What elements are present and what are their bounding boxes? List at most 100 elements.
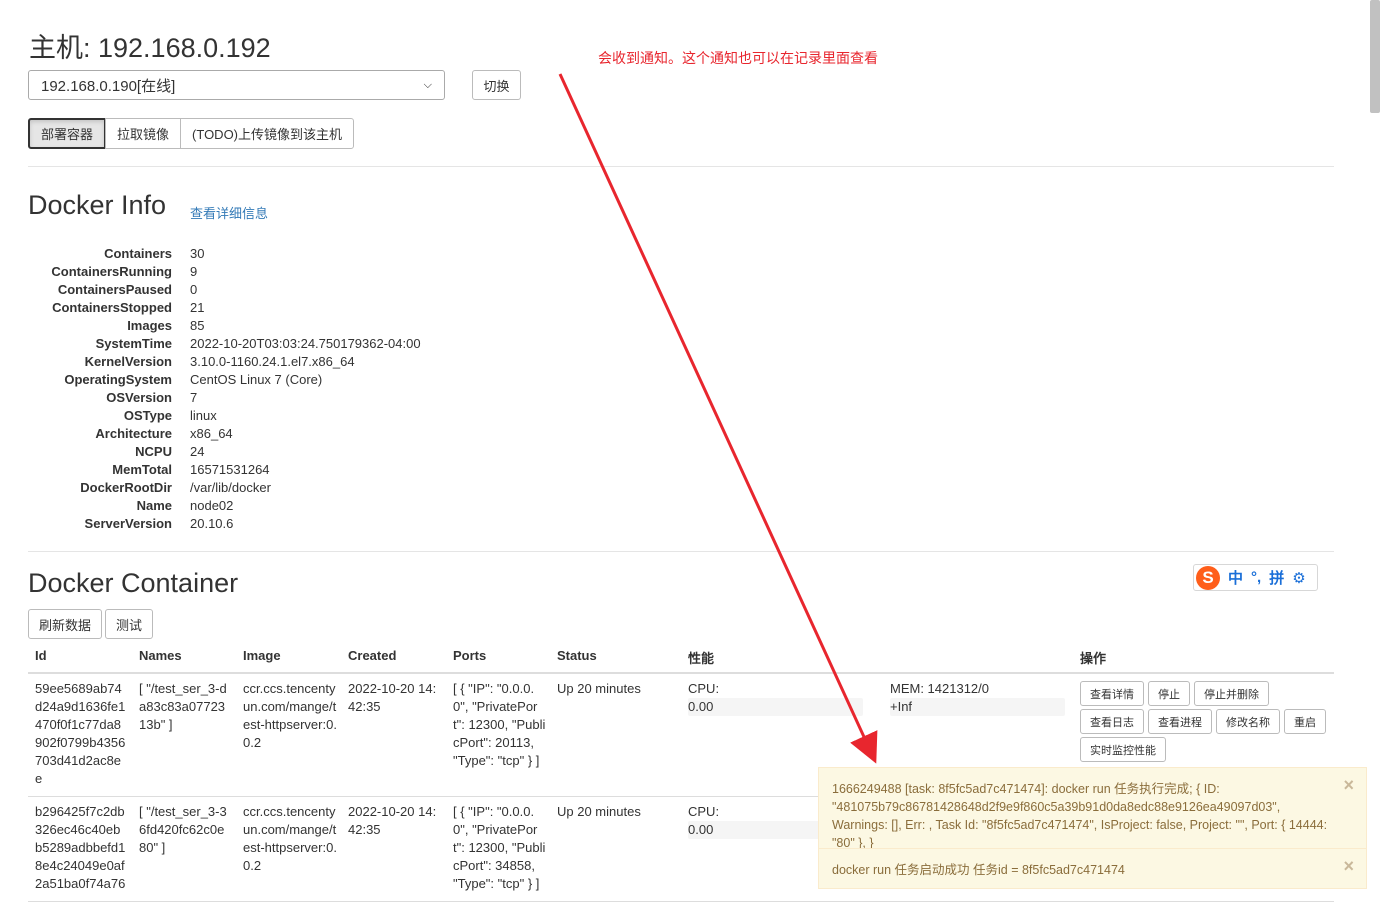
info-key: DockerRootDir bbox=[80, 479, 172, 495]
info-key: KernelVersion bbox=[84, 353, 172, 369]
container-id: 59ee5689ab74d24a9d1636fe1470f0f1c77da890… bbox=[35, 681, 126, 786]
restart-button[interactable]: 重启 bbox=[1284, 709, 1326, 734]
test-button[interactable]: 测试 bbox=[105, 609, 154, 639]
divider bbox=[28, 551, 1334, 552]
deploy-container-button[interactable]: 部署容器 bbox=[28, 118, 107, 149]
view-processes-button[interactable]: 查看进程 bbox=[1148, 709, 1212, 734]
scrollbar[interactable] bbox=[1370, 0, 1380, 113]
info-row: MemTotal 16571531264 bbox=[28, 460, 528, 478]
stop-and-delete-button[interactable]: 停止并删除 bbox=[1194, 681, 1269, 706]
notification-toast: docker run 任务启动成功 任务id = 8f5fc5ad7c47147… bbox=[818, 848, 1367, 889]
view-logs-button[interactable]: 查看日志 bbox=[1080, 709, 1144, 734]
divider bbox=[28, 166, 1334, 167]
docker-container-title: Docker Container bbox=[28, 568, 239, 598]
info-value: CentOS Linux 7 (Core) bbox=[190, 371, 323, 387]
info-row: Containers 30 bbox=[28, 244, 528, 262]
info-key: OSVersion bbox=[106, 389, 172, 405]
col-created: Created bbox=[348, 648, 397, 663]
gear-icon[interactable]: ⚙ bbox=[1292, 569, 1305, 587]
ime-chinese-mode[interactable]: 中 bbox=[1228, 567, 1243, 588]
container-created: 2022-10-20 14:42:35 bbox=[348, 804, 437, 837]
info-row: DockerRootDir/var/lib/docker bbox=[28, 478, 528, 496]
info-value: 7 bbox=[190, 389, 198, 405]
ime-pinyin[interactable]: 拼 bbox=[1269, 567, 1284, 588]
col-operations: 操作 bbox=[1080, 651, 1107, 666]
notification-text: 1666249488 [task: 8f5fc5ad7c471474]: doc… bbox=[832, 782, 1328, 850]
info-value: 85 bbox=[190, 317, 205, 333]
annotation-text: 会收到通知。这个通知也可以在记录里面查看 bbox=[598, 50, 878, 66]
info-value: 0 bbox=[190, 281, 198, 297]
close-icon[interactable]: × bbox=[1343, 857, 1354, 875]
info-row: ServerVersion 20.10.6 bbox=[28, 514, 528, 532]
info-key: Containers bbox=[104, 245, 172, 261]
ime-punctuation[interactable]: °, bbox=[1251, 569, 1261, 586]
chevron-down-icon: ⌵ bbox=[423, 78, 432, 91]
close-icon[interactable]: × bbox=[1343, 776, 1354, 794]
upload-image-button[interactable]: (TODO)上传镜像到该主机 bbox=[180, 118, 355, 149]
info-row: NCPU 24 bbox=[28, 442, 528, 460]
col-performance: 性能 bbox=[688, 651, 715, 666]
info-key: SystemTime bbox=[95, 335, 172, 351]
container-id: b296425f7c2db326ec46c40ebb5289adbbefd18e… bbox=[35, 804, 126, 891]
info-key: ContainersRunning bbox=[51, 263, 172, 279]
info-value: 21 bbox=[190, 299, 205, 315]
col-names: Names bbox=[139, 648, 182, 663]
info-row: Architecture x86_64 bbox=[28, 424, 528, 442]
host-select-value: 192.168.0.190[在线] bbox=[41, 77, 176, 95]
container-created: 2022-10-20 14:42:35 bbox=[348, 681, 437, 714]
table-header: Id Names Image Created Ports Status 性能 操… bbox=[28, 645, 1334, 674]
refresh-data-button[interactable]: 刷新数据 bbox=[28, 609, 103, 639]
info-value: 16571531264 bbox=[190, 461, 270, 477]
info-key: Images bbox=[127, 317, 172, 333]
cpu-label: CPU: bbox=[688, 681, 720, 696]
container-ports: [ { "IP": "0.0.0.0", "PrivatePort": 1230… bbox=[453, 681, 546, 768]
info-row: ContainersRunning 9 bbox=[28, 262, 528, 280]
info-value: node02 bbox=[190, 497, 234, 513]
info-row: KernelVersion 3.10.0-1160.24.1.el7.x86_64 bbox=[28, 352, 528, 370]
info-row: OperatingSystem CentOS Linux 7 (Core) bbox=[28, 370, 528, 388]
info-row: SystemTime 2022-10-20T03:03:24.750179362-… bbox=[28, 334, 528, 352]
mem-label: MEM: 1421312/0 bbox=[890, 681, 990, 696]
notification-text: docker run 任务启动成功 任务id = 8f5fc5ad7c47147… bbox=[832, 863, 1125, 877]
container-status: Up 20 minutes bbox=[557, 804, 641, 819]
realtime-monitor-button[interactable]: 实时监控性能 bbox=[1080, 737, 1166, 762]
stop-button[interactable]: 停止 bbox=[1148, 681, 1190, 706]
view-details-button[interactable]: 查看详情 bbox=[1080, 681, 1144, 706]
info-key: NCPU bbox=[135, 443, 172, 459]
view-details-link[interactable]: 查看详细信息 bbox=[190, 203, 268, 222]
action-tabs: 部署容器 拉取镜像 (TODO)上传镜像到该主机 bbox=[28, 118, 355, 149]
info-key: ServerVersion bbox=[84, 515, 172, 531]
info-value: /var/lib/docker bbox=[190, 479, 271, 495]
info-row: ContainersPaused 0 bbox=[28, 280, 528, 298]
ime-toolbar[interactable]: S 中 °, 拼 ⚙ bbox=[1193, 564, 1318, 591]
info-value: 3.10.0-1160.24.1.el7.x86_64 bbox=[190, 353, 355, 369]
info-key: ContainersPaused bbox=[57, 281, 172, 297]
container-status: Up 20 minutes bbox=[557, 681, 641, 696]
pull-image-button[interactable]: 拉取镜像 bbox=[105, 118, 182, 149]
info-value: linux bbox=[190, 407, 217, 423]
rename-button[interactable]: 修改名称 bbox=[1216, 709, 1280, 734]
info-key: ContainersStopped bbox=[52, 299, 172, 315]
info-row: Name node02 bbox=[28, 496, 528, 514]
info-key: Name bbox=[136, 497, 172, 513]
info-row: Images 85 bbox=[28, 316, 528, 334]
col-status: Status bbox=[557, 648, 597, 663]
sogou-logo-icon: S bbox=[1196, 565, 1220, 590]
info-value: 9 bbox=[190, 263, 198, 279]
col-ports: Ports bbox=[453, 648, 487, 663]
switch-button[interactable]: 切换 bbox=[472, 70, 521, 100]
container-image: ccr.ccs.tencentyun.com/mange/test-httpse… bbox=[243, 804, 337, 873]
host-select[interactable]: 192.168.0.190[在线] ⌵ bbox=[28, 70, 445, 100]
container-image: ccr.ccs.tencentyun.com/mange/test-httpse… bbox=[243, 681, 337, 750]
info-key: OSType bbox=[123, 407, 172, 423]
info-value: 30 bbox=[190, 245, 205, 261]
info-row: ContainersStopped 21 bbox=[28, 298, 528, 316]
info-value: 20.10.6 bbox=[190, 515, 234, 531]
info-row: OSType linux bbox=[28, 406, 528, 424]
container-names: [ "/test_ser_3-36fd420fc62c0e80" ] bbox=[139, 804, 227, 855]
page-title: 主机: 192.168.0.192 bbox=[29, 33, 271, 63]
info-row: OSVersion 7 bbox=[28, 388, 528, 406]
info-key: MemTotal bbox=[112, 461, 172, 477]
col-id: Id bbox=[35, 648, 47, 663]
info-value: 2022-10-20T03:03:24.750179362-04:00 bbox=[190, 335, 421, 351]
